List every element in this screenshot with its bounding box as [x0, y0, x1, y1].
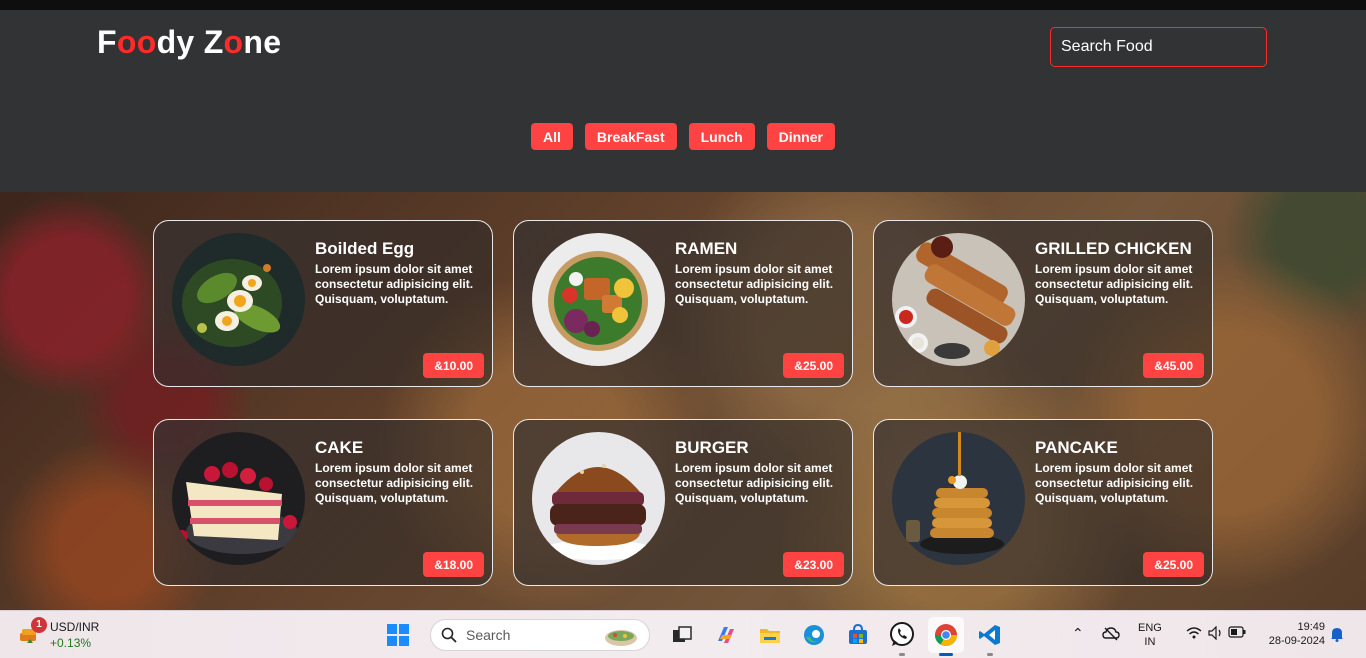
whatsapp-icon[interactable]	[884, 617, 920, 656]
chrome-icon[interactable]	[928, 617, 964, 656]
food-card: GRILLED CHICKEN Lorem ipsum dolor sit am…	[873, 220, 1213, 387]
food-name: PANCAKE	[1035, 438, 1118, 457]
volume-icon[interactable]	[1208, 626, 1224, 640]
ramen-bowl-image	[532, 233, 665, 366]
logo-part: dy Z	[156, 24, 224, 60]
taskbar-search-label: Search	[466, 627, 511, 643]
food-grid-section: Boilded Egg Lorem ipsum dolor sit amet c…	[0, 192, 1366, 610]
price-button[interactable]: &45.00	[1143, 353, 1204, 378]
start-icon[interactable]	[380, 617, 416, 653]
price-button[interactable]: &10.00	[423, 353, 484, 378]
vscode-icon[interactable]	[972, 617, 1008, 656]
language-line1: ENG	[1138, 622, 1162, 634]
file-explorer-icon[interactable]	[752, 617, 788, 653]
logo-part: o	[223, 24, 244, 60]
app-running-indicator	[939, 653, 953, 656]
food-name: Boilded Egg	[315, 239, 415, 258]
clock[interactable]: 19:49 28-09-2024	[1261, 620, 1325, 648]
food-description: Lorem ipsum dolor sit amet consectetur a…	[1035, 262, 1194, 306]
food-name: CAKE	[315, 438, 364, 457]
price-button[interactable]: &25.00	[1143, 552, 1204, 577]
store-icon[interactable]	[840, 617, 876, 653]
currency-ticker: USD/INR	[50, 620, 100, 634]
price-button[interactable]: &23.00	[783, 552, 844, 577]
app-running-indicator	[899, 653, 905, 656]
onedrive-icon[interactable]	[1102, 626, 1120, 642]
search-icon	[441, 627, 457, 643]
cake-image	[172, 432, 305, 565]
food-description: Lorem ipsum dolor sit amet consectetur a…	[1035, 461, 1194, 505]
site-header: Foody Zone All BreakFast Lunch Dinner	[0, 10, 1366, 192]
price-button[interactable]: &18.00	[423, 552, 484, 577]
filter-dinner-button[interactable]: Dinner	[766, 123, 835, 150]
food-card: PANCAKE Lorem ipsum dolor sit amet conse…	[873, 419, 1213, 586]
notification-bell-icon[interactable]	[1330, 626, 1344, 642]
task-view-icon[interactable]	[664, 617, 700, 653]
food-name: GRILLED CHICKEN	[1035, 239, 1192, 258]
food-card: Boilded Egg Lorem ipsum dolor sit amet c…	[153, 220, 493, 387]
search-food-input[interactable]	[1050, 27, 1267, 67]
search-highlight-icon	[605, 630, 637, 646]
language-indicator[interactable]: ENG IN	[1138, 621, 1162, 649]
app-running-indicator	[987, 653, 993, 656]
windows-taskbar: 1 USD/INR +0.13% Search ⌃ ENG IN 19:49 2…	[0, 610, 1366, 658]
food-name: BURGER	[675, 438, 749, 457]
taskbar-search-box[interactable]: Search	[430, 619, 650, 651]
clock-time: 19:49	[1297, 621, 1325, 633]
currency-widget[interactable]: 1 USD/INR +0.13%	[18, 617, 118, 651]
food-description: Lorem ipsum dolor sit amet consectetur a…	[675, 262, 834, 306]
pancake-image	[892, 432, 1025, 565]
copilot-icon[interactable]	[708, 617, 744, 653]
filter-lunch-button[interactable]: Lunch	[688, 123, 755, 150]
burger-image	[532, 432, 665, 565]
logo-part: ne	[243, 24, 282, 60]
chevron-up-icon[interactable]: ⌃	[1072, 625, 1084, 642]
browser-top-strip	[0, 0, 1366, 10]
filter-breakfast-button[interactable]: BreakFast	[584, 123, 677, 150]
taskbar-apps: Search	[380, 617, 1008, 656]
logo-part: oo	[116, 24, 157, 60]
grilled-chicken-image	[892, 233, 1025, 366]
edge-icon[interactable]	[796, 617, 832, 653]
language-line2: IN	[1144, 636, 1156, 648]
food-card: CAKE Lorem ipsum dolor sit amet consecte…	[153, 419, 493, 586]
logo-part: F	[97, 24, 117, 60]
wifi-icon[interactable]	[1186, 626, 1202, 640]
site-logo: Foody Zone	[97, 24, 281, 61]
filter-bar: All BreakFast Lunch Dinner	[0, 123, 1366, 150]
battery-icon[interactable]	[1228, 626, 1246, 638]
filter-all-button[interactable]: All	[531, 123, 573, 150]
food-name: RAMEN	[675, 239, 738, 258]
currency-change: +0.13%	[50, 636, 92, 650]
food-description: Lorem ipsum dolor sit amet consectetur a…	[315, 461, 474, 505]
clock-date: 28-09-2024	[1268, 635, 1325, 647]
egg-salad-image	[172, 233, 305, 366]
food-card: BURGER Lorem ipsum dolor sit amet consec…	[513, 419, 853, 586]
food-description: Lorem ipsum dolor sit amet consectetur a…	[675, 461, 834, 505]
food-card: RAMEN Lorem ipsum dolor sit amet consect…	[513, 220, 853, 387]
food-description: Lorem ipsum dolor sit amet consectetur a…	[315, 262, 474, 306]
notification-badge: 1	[31, 617, 47, 633]
price-button[interactable]: &25.00	[783, 353, 844, 378]
